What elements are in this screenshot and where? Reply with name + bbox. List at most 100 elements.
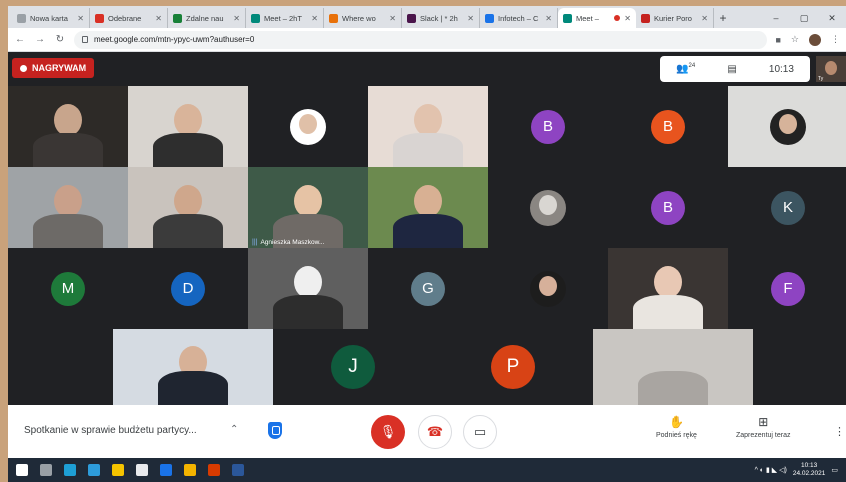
participant-tile-video[interactable]: [248, 86, 368, 167]
tab-title: Meet –: [576, 13, 599, 23]
close-tab-icon[interactable]: ✕: [701, 14, 708, 23]
raise-hand-button[interactable]: ✋ Podnieś rękę: [656, 415, 697, 439]
participant-tile-avatar[interactable]: B: [608, 86, 728, 167]
taskbar-clock[interactable]: 10:13 24.02.2021: [793, 462, 826, 478]
close-tab-icon[interactable]: ✕: [624, 14, 631, 23]
taskbar-app-1-icon[interactable]: [40, 464, 52, 476]
url-input[interactable]: meet.google.com/mtn-ypyc-uwm?authuser=0: [74, 30, 768, 49]
participant-tile-video[interactable]: [8, 86, 128, 167]
meet-top-panel: 👥24 ▤ 10:13: [660, 56, 810, 82]
profile-avatar[interactable]: [809, 33, 821, 46]
participant-face: [539, 194, 557, 215]
taskbar-app-0-icon[interactable]: [16, 464, 28, 476]
participant-tile-avatar[interactable]: J: [273, 329, 433, 405]
participant-tile-video[interactable]: [8, 167, 128, 248]
taskbar-app-6-icon[interactable]: [160, 464, 172, 476]
forward-icon[interactable]: →: [34, 34, 46, 45]
meeting-title[interactable]: Spotkanie w sprawie budżetu partycy...: [24, 425, 197, 436]
more-options-icon[interactable]: ⋮: [834, 425, 845, 438]
recording-label: NAGRYWAM: [32, 63, 87, 73]
taskbar-app-2-icon[interactable]: [64, 464, 76, 476]
back-icon[interactable]: ←: [14, 34, 26, 45]
participant-tile-video[interactable]: [488, 248, 608, 329]
camera-indicator-icon[interactable]: ■: [775, 35, 780, 45]
close-tab-icon[interactable]: ✕: [467, 14, 474, 23]
participant-body: [393, 133, 463, 167]
participant-tile-video[interactable]: [368, 86, 488, 167]
tray-icons[interactable]: ^ ◐ ▮ ◣ ◁): [755, 466, 787, 474]
browser-tab-7[interactable]: Meet – ✕: [558, 8, 636, 28]
participant-tile-avatar[interactable]: P: [433, 329, 593, 405]
browser-tab-0[interactable]: Nowa karta ✕: [12, 8, 90, 28]
bookmark-star-icon[interactable]: ☆: [791, 34, 799, 45]
close-tab-icon[interactable]: ✕: [311, 14, 318, 23]
participant-tile-avatar[interactable]: D: [128, 248, 248, 329]
participant-tile-avatar[interactable]: M: [8, 248, 128, 329]
host-controls-shield-icon[interactable]: [268, 422, 282, 439]
reload-icon[interactable]: ↻: [54, 34, 66, 45]
participant-tile-video[interactable]: [368, 167, 488, 248]
system-tray: ^ ◐ ▮ ◣ ◁) 10:13 24.02.2021 ▭: [755, 462, 846, 478]
close-tab-icon[interactable]: ✕: [389, 14, 396, 23]
people-icon[interactable]: 👥24: [676, 63, 695, 74]
close-tab-icon[interactable]: ✕: [77, 14, 84, 23]
participant-tile-video[interactable]: [128, 167, 248, 248]
participant-tile-avatar[interactable]: K: [728, 167, 846, 248]
taskbar-app-9-icon[interactable]: [232, 464, 244, 476]
menu-dots-icon[interactable]: ⋮: [831, 34, 840, 45]
participant-tile-video[interactable]: [128, 86, 248, 167]
browser-tab-4[interactable]: Where wo ✕: [324, 8, 402, 28]
screen: Nowa karta ✕ Odebrane ✕ Zdalne nau ✕ Meet – 2h…: [8, 6, 846, 482]
taskbar-app-3-icon[interactable]: [88, 464, 100, 476]
new-tab-button[interactable]: +: [714, 8, 732, 28]
chevron-up-icon[interactable]: ⌃: [230, 424, 238, 435]
maximize-button[interactable]: ▢: [790, 13, 818, 24]
participant-body: [153, 133, 223, 167]
browser-tab-2[interactable]: Zdalne nau ✕: [168, 8, 246, 28]
participant-head: [174, 184, 202, 217]
participant-head: [54, 103, 82, 136]
taskbar-app-5-icon[interactable]: [136, 464, 148, 476]
close-tab-icon[interactable]: ✕: [233, 14, 240, 23]
participant-tile-video[interactable]: [593, 329, 753, 405]
notifications-icon[interactable]: ▭: [831, 466, 838, 474]
participant-tile-avatar[interactable]: G: [368, 248, 488, 329]
taskbar-app-8-icon[interactable]: [208, 464, 220, 476]
participant-tile-video[interactable]: [488, 167, 608, 248]
participant-tile-avatar[interactable]: B: [488, 86, 608, 167]
participant-body: [33, 133, 103, 167]
close-window-button[interactable]: ✕: [818, 13, 846, 24]
participant-tile-video[interactable]: [728, 86, 846, 167]
camera-button[interactable]: ▭: [463, 415, 497, 449]
participant-head: [54, 184, 82, 217]
participant-tile-video[interactable]: ||| Agnieszka Maszkow...: [248, 167, 368, 248]
participant-tile-video[interactable]: [248, 248, 368, 329]
participant-body: [153, 214, 223, 248]
browser-tab-6[interactable]: Infotech – C ✕: [480, 8, 558, 28]
tab-strip: Nowa karta ✕ Odebrane ✕ Zdalne nau ✕ Meet – 2h…: [8, 6, 846, 28]
participant-tile-avatar[interactable]: B: [608, 167, 728, 248]
record-dot-icon: [20, 64, 27, 72]
minimize-button[interactable]: –: [762, 13, 790, 23]
chat-icon[interactable]: ▤: [727, 64, 736, 75]
browser-tab-3[interactable]: Meet – 2hT ✕: [246, 8, 324, 28]
close-tab-icon[interactable]: ✕: [545, 14, 552, 23]
present-now-button[interactable]: ⊞ Zaprezentuj teraz: [736, 415, 790, 439]
participant-tile-video[interactable]: [608, 248, 728, 329]
mic-off-button[interactable]: 🎙: [371, 415, 405, 449]
participant-head: [654, 265, 682, 298]
self-view[interactable]: Ty: [816, 56, 846, 82]
taskbar-app-4-icon[interactable]: [112, 464, 124, 476]
leave-call-button[interactable]: ☎: [418, 415, 452, 449]
windows-taskbar: ^ ◐ ▮ ◣ ◁) 10:13 24.02.2021 ▭: [8, 458, 846, 482]
participant-face: [299, 113, 317, 134]
browser-tab-1[interactable]: Odebrane ✕: [90, 8, 168, 28]
taskbar-app-7-icon[interactable]: [184, 464, 196, 476]
browser-tab-5[interactable]: Slack | * 2h ✕: [402, 8, 480, 28]
participant-tile-video[interactable]: [113, 329, 273, 405]
tab-title: Nowa karta: [30, 13, 68, 23]
taskbar-date: 24.02.2021: [792, 470, 826, 477]
close-tab-icon[interactable]: ✕: [155, 14, 162, 23]
browser-tab-8[interactable]: Kurier Poro ✕: [636, 8, 714, 28]
participant-tile-avatar[interactable]: F: [728, 248, 846, 329]
